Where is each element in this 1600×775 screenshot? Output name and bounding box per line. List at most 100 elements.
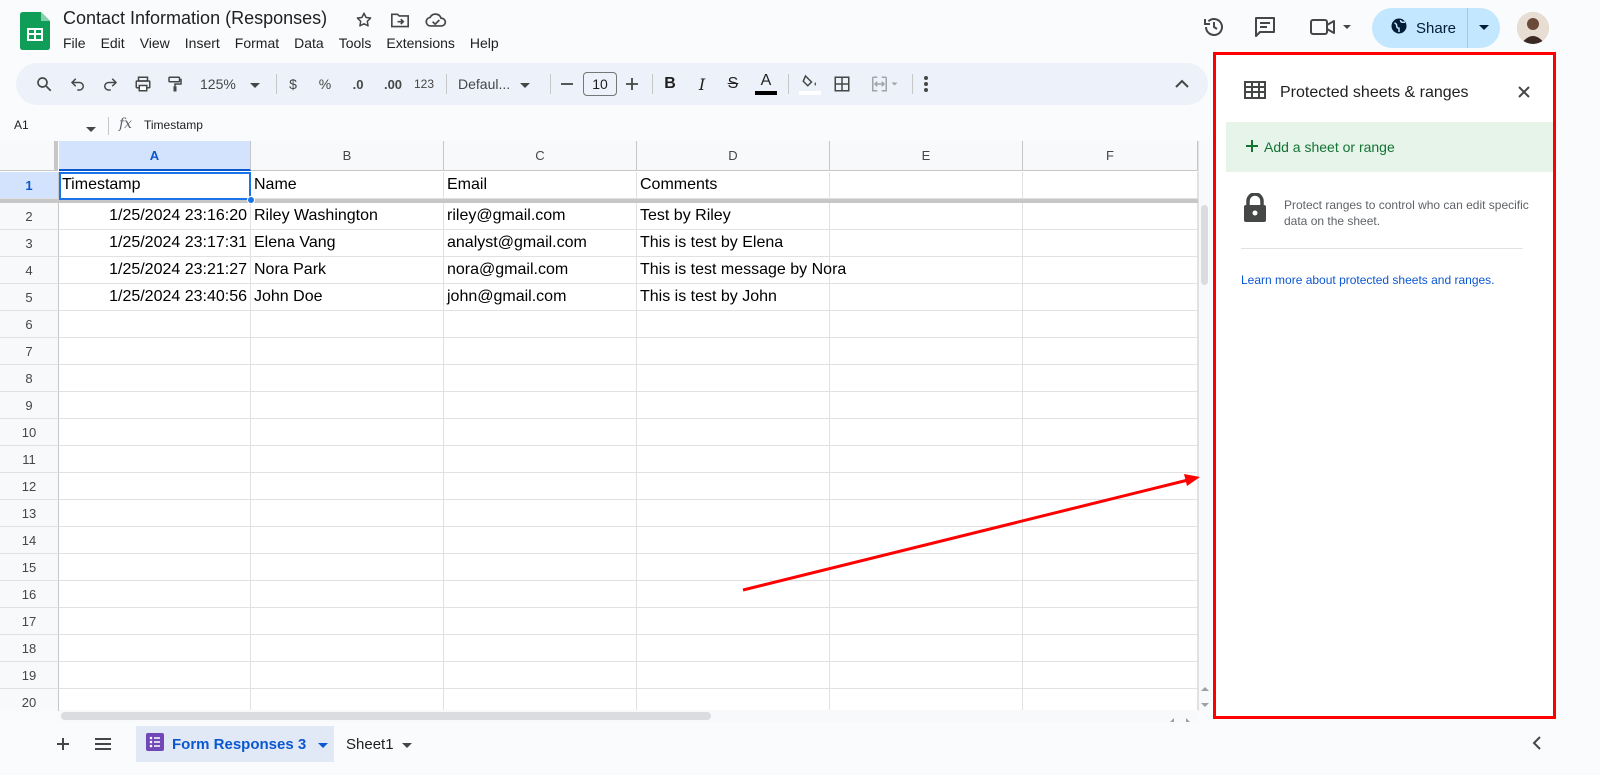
cell-f10[interactable]	[1023, 419, 1198, 446]
borders-icon[interactable]	[830, 63, 854, 105]
cell-d11[interactable]	[637, 446, 830, 473]
cell-b4[interactable]: Nora Park	[251, 257, 444, 284]
cell-d4[interactable]: This is test message by Nora	[637, 257, 846, 284]
meet-video-icon[interactable]	[1306, 14, 1356, 40]
menu-extensions[interactable]: Extensions	[386, 35, 461, 51]
cell-e4[interactable]	[830, 257, 1023, 284]
share-dropdown-icon[interactable]	[1468, 24, 1500, 32]
document-title[interactable]: Contact Information (Responses)	[63, 8, 327, 29]
menu-insert[interactable]: Insert	[185, 35, 227, 51]
cell-c6[interactable]	[444, 311, 637, 338]
cell-e1[interactable]	[830, 172, 1023, 199]
row-header-1[interactable]: 1	[0, 172, 59, 199]
cell-a12[interactable]	[59, 473, 251, 500]
cell-d5[interactable]: This is test by John	[637, 284, 830, 311]
column-header-e[interactable]: E	[830, 141, 1023, 171]
cell-f9[interactable]	[1023, 392, 1198, 419]
cell-f17[interactable]	[1023, 608, 1198, 635]
cell-c14[interactable]	[444, 527, 637, 554]
cell-b16[interactable]	[251, 581, 444, 608]
menu-tools[interactable]: Tools	[339, 35, 379, 51]
cell-f11[interactable]	[1023, 446, 1198, 473]
cell-b11[interactable]	[251, 446, 444, 473]
cell-a8[interactable]	[59, 365, 251, 392]
cell-b12[interactable]	[251, 473, 444, 500]
column-header-d[interactable]: D	[637, 141, 830, 171]
version-history-icon[interactable]	[1201, 14, 1227, 40]
cell-c10[interactable]	[444, 419, 637, 446]
menu-view[interactable]: View	[140, 35, 177, 51]
undo-icon[interactable]	[66, 63, 90, 105]
cell-e14[interactable]	[830, 527, 1023, 554]
vertical-scroll-thumb[interactable]	[1201, 205, 1208, 285]
cell-c4[interactable]: nora@gmail.com	[444, 257, 637, 284]
cell-d9[interactable]	[637, 392, 830, 419]
cell-b17[interactable]	[251, 608, 444, 635]
menu-edit[interactable]: Edit	[101, 35, 132, 51]
cell-a15[interactable]	[59, 554, 251, 581]
cell-f1[interactable]	[1023, 172, 1198, 199]
cell-d1[interactable]: Comments	[637, 172, 830, 199]
all-sheets-menu-icon[interactable]	[91, 732, 115, 756]
cell-f3[interactable]	[1023, 230, 1198, 257]
cell-f13[interactable]	[1023, 500, 1198, 527]
cell-c17[interactable]	[444, 608, 637, 635]
cell-c13[interactable]	[444, 500, 637, 527]
share-button[interactable]: Share	[1372, 8, 1500, 48]
menu-file[interactable]: File	[63, 35, 93, 51]
cell-d13[interactable]	[637, 500, 830, 527]
menu-data[interactable]: Data	[294, 35, 331, 51]
cell-d18[interactable]	[637, 635, 830, 662]
cell-d17[interactable]	[637, 608, 830, 635]
cell-e16[interactable]	[830, 581, 1023, 608]
print-icon[interactable]	[131, 63, 155, 105]
cell-b13[interactable]	[251, 500, 444, 527]
fill-color-icon[interactable]	[798, 63, 822, 105]
cloud-saved-icon[interactable]	[424, 8, 448, 32]
italic-icon[interactable]: I	[692, 63, 712, 105]
cell-e18[interactable]	[830, 635, 1023, 662]
cell-c15[interactable]	[444, 554, 637, 581]
cell-d2[interactable]: Test by Riley	[637, 203, 830, 230]
cell-f7[interactable]	[1023, 338, 1198, 365]
cell-f20[interactable]	[1023, 689, 1198, 711]
cell-a6[interactable]	[59, 311, 251, 338]
tab-form-responses-3[interactable]: Form Responses 3	[136, 726, 334, 762]
scroll-down-icon[interactable]	[1201, 695, 1209, 713]
cell-a13[interactable]	[59, 500, 251, 527]
column-header-a[interactable]: A	[59, 141, 251, 171]
cell-a4[interactable]: 1/25/2024 23:21:27	[59, 257, 251, 284]
cell-a19[interactable]	[59, 662, 251, 689]
row-header-10[interactable]: 10	[0, 419, 59, 446]
cell-a2[interactable]: 1/25/2024 23:16:20	[59, 203, 251, 230]
cell-b6[interactable]	[251, 311, 444, 338]
row-header-15[interactable]: 15	[0, 554, 59, 581]
cell-e13[interactable]	[830, 500, 1023, 527]
cell-b20[interactable]	[251, 689, 444, 711]
decrease-decimal-button[interactable]: .0	[344, 63, 372, 105]
cell-d20[interactable]	[637, 689, 830, 711]
cell-e3[interactable]	[830, 230, 1023, 257]
increase-font-size-icon[interactable]	[622, 63, 642, 105]
row-header-3[interactable]: 3	[0, 230, 59, 257]
row-header-2[interactable]: 2	[0, 203, 59, 230]
cell-c20[interactable]	[444, 689, 637, 711]
cell-a16[interactable]	[59, 581, 251, 608]
row-header-19[interactable]: 19	[0, 662, 59, 689]
cell-b2[interactable]: Riley Washington	[251, 203, 444, 230]
cell-d8[interactable]	[637, 365, 830, 392]
font-size-input[interactable]: 10	[583, 72, 617, 96]
format-percent-button[interactable]: %	[314, 63, 336, 105]
formula-input[interactable]: Timestamp	[144, 118, 203, 132]
cell-e10[interactable]	[830, 419, 1023, 446]
merge-cells-icon[interactable]	[864, 63, 904, 105]
cell-d19[interactable]	[637, 662, 830, 689]
row-header-6[interactable]: 6	[0, 311, 59, 338]
tab-sheet1[interactable]: Sheet1	[346, 726, 412, 762]
cell-e5[interactable]	[830, 284, 1023, 311]
vertical-scrollbar[interactable]	[1198, 141, 1210, 711]
row-header-9[interactable]: 9	[0, 392, 59, 419]
cell-f5[interactable]	[1023, 284, 1198, 311]
cell-c11[interactable]	[444, 446, 637, 473]
cell-e11[interactable]	[830, 446, 1023, 473]
